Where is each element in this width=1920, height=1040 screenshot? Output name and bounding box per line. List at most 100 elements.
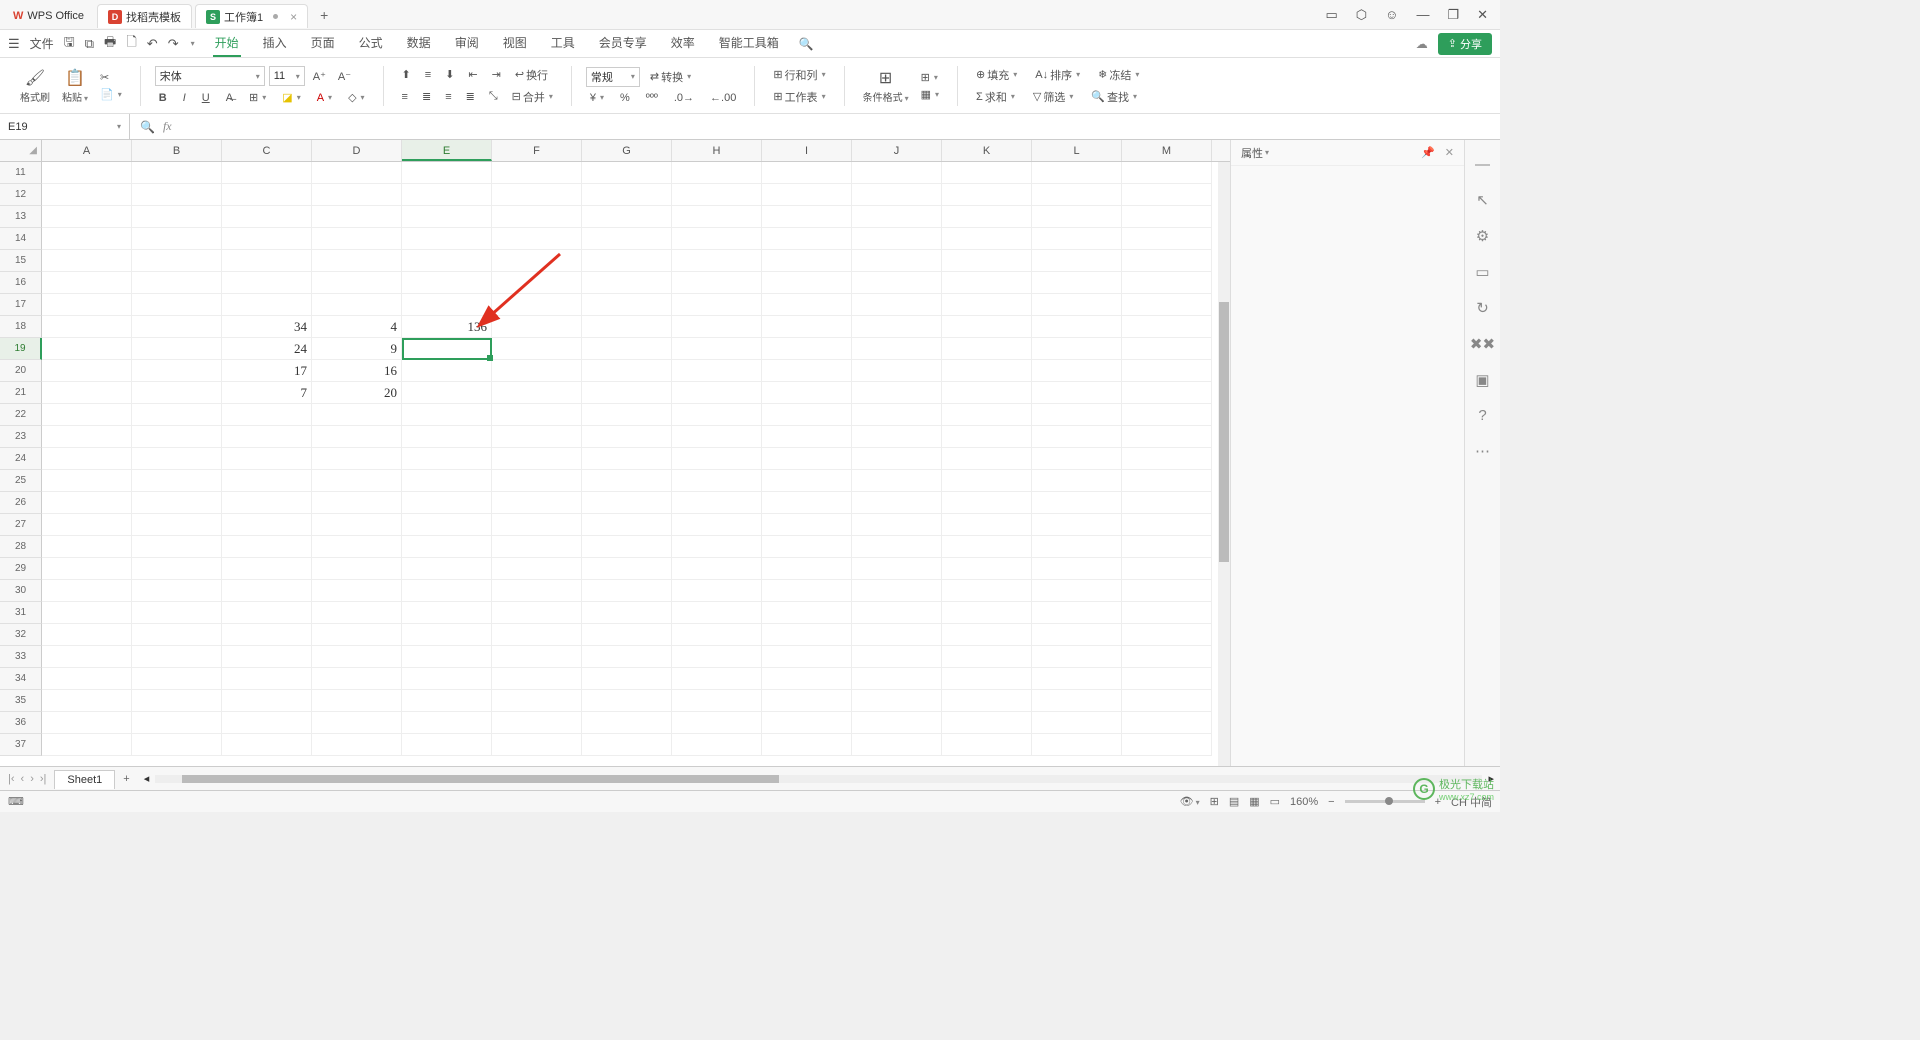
cell[interactable] xyxy=(582,184,672,206)
row-header[interactable]: 13 xyxy=(0,206,42,228)
cell[interactable] xyxy=(492,250,582,272)
cell[interactable] xyxy=(852,228,942,250)
row-header[interactable]: 27 xyxy=(0,514,42,536)
cell[interactable] xyxy=(492,294,582,316)
cell[interactable]: 24 xyxy=(222,338,312,360)
cell[interactable] xyxy=(582,514,672,536)
col-header-D[interactable]: D xyxy=(312,140,402,161)
cell[interactable] xyxy=(942,184,1032,206)
cell[interactable] xyxy=(42,470,132,492)
cell[interactable] xyxy=(582,294,672,316)
cell[interactable] xyxy=(942,426,1032,448)
col-header-A[interactable]: A xyxy=(42,140,132,161)
cell[interactable] xyxy=(222,470,312,492)
col-header-H[interactable]: H xyxy=(672,140,762,161)
cell[interactable] xyxy=(42,624,132,646)
cell[interactable] xyxy=(42,668,132,690)
worksheet-button[interactable]: ⊞ 工作表▾ xyxy=(769,88,829,106)
cell[interactable] xyxy=(222,184,312,206)
cell[interactable] xyxy=(402,690,492,712)
cell[interactable] xyxy=(492,228,582,250)
number-format-select[interactable]: 常规▾ xyxy=(586,67,640,87)
cell[interactable] xyxy=(582,536,672,558)
strike-button[interactable]: A̶ xyxy=(222,90,237,105)
cell[interactable] xyxy=(42,492,132,514)
underline-button[interactable]: U xyxy=(198,90,214,105)
row-header[interactable]: 21 xyxy=(0,382,42,404)
cell[interactable] xyxy=(402,734,492,756)
cell[interactable] xyxy=(762,228,852,250)
view-read-icon[interactable]: ▭ xyxy=(1270,795,1280,808)
cell[interactable] xyxy=(222,646,312,668)
col-header-C[interactable]: C xyxy=(222,140,312,161)
cell[interactable] xyxy=(852,382,942,404)
sum-button[interactable]: Σ 求和▾ xyxy=(972,88,1019,106)
cell[interactable] xyxy=(492,492,582,514)
close-tab-icon[interactable]: × xyxy=(290,10,297,24)
sheet-tab[interactable]: Sheet1 xyxy=(54,770,115,789)
copy-button[interactable]: 📄▾ xyxy=(96,87,126,102)
cell[interactable] xyxy=(42,426,132,448)
cell[interactable] xyxy=(1122,162,1212,184)
cell[interactable] xyxy=(582,712,672,734)
cell[interactable] xyxy=(762,712,852,734)
cell[interactable] xyxy=(132,734,222,756)
cell[interactable] xyxy=(1032,492,1122,514)
cell[interactable] xyxy=(672,316,762,338)
row-header[interactable]: 18 xyxy=(0,316,42,338)
cell[interactable] xyxy=(942,250,1032,272)
orientation-button[interactable]: ⤡ xyxy=(485,88,502,106)
sheet-prev-button[interactable]: ‹ xyxy=(21,773,25,785)
cell[interactable] xyxy=(582,426,672,448)
cell[interactable] xyxy=(312,734,402,756)
row-header[interactable]: 16 xyxy=(0,272,42,294)
cell[interactable] xyxy=(132,470,222,492)
indent-left-button[interactable]: ⇤ xyxy=(464,66,481,84)
cell[interactable] xyxy=(582,470,672,492)
menu-插入[interactable]: 插入 xyxy=(261,30,289,57)
help-icon[interactable]: ? xyxy=(1478,407,1486,424)
cell[interactable] xyxy=(1032,360,1122,382)
italic-button[interactable]: I xyxy=(179,90,190,105)
cell[interactable] xyxy=(672,712,762,734)
cell[interactable] xyxy=(402,558,492,580)
cell[interactable] xyxy=(1032,338,1122,360)
merge-button[interactable]: ⊟ 合并▾ xyxy=(508,88,557,106)
cell[interactable] xyxy=(492,712,582,734)
cell[interactable] xyxy=(672,294,762,316)
cell[interactable] xyxy=(762,646,852,668)
cell[interactable] xyxy=(402,514,492,536)
font-select[interactable]: 宋体▾ xyxy=(155,66,265,86)
cell[interactable] xyxy=(1032,712,1122,734)
cell[interactable] xyxy=(402,228,492,250)
cell[interactable] xyxy=(492,404,582,426)
cell[interactable] xyxy=(42,580,132,602)
tab-workbook[interactable]: S工作簿1× xyxy=(195,4,308,28)
cell[interactable] xyxy=(132,514,222,536)
layout2-icon[interactable]: ▣ xyxy=(1475,371,1489,389)
cell[interactable] xyxy=(222,426,312,448)
percent-button[interactable]: % xyxy=(616,91,634,105)
col-header-J[interactable]: J xyxy=(852,140,942,161)
cell[interactable] xyxy=(222,206,312,228)
cell[interactable] xyxy=(582,624,672,646)
cell[interactable] xyxy=(222,404,312,426)
undo-icon[interactable]: ↶ xyxy=(147,36,158,52)
menu-会员专享[interactable]: 会员专享 xyxy=(597,30,649,57)
cell[interactable] xyxy=(402,382,492,404)
cell[interactable] xyxy=(942,690,1032,712)
cell[interactable] xyxy=(1122,228,1212,250)
cell[interactable] xyxy=(402,162,492,184)
cell[interactable] xyxy=(762,184,852,206)
view-page-icon[interactable]: ▤ xyxy=(1229,795,1239,808)
row-header[interactable]: 20 xyxy=(0,360,42,382)
cell[interactable] xyxy=(42,360,132,382)
cell[interactable] xyxy=(312,536,402,558)
link-icon[interactable]: ⧉ xyxy=(85,36,94,52)
cell[interactable] xyxy=(762,734,852,756)
cell[interactable] xyxy=(672,360,762,382)
cell[interactable] xyxy=(132,426,222,448)
cell[interactable] xyxy=(222,624,312,646)
avatar-icon[interactable]: ☺ xyxy=(1385,7,1398,22)
cell[interactable] xyxy=(492,734,582,756)
